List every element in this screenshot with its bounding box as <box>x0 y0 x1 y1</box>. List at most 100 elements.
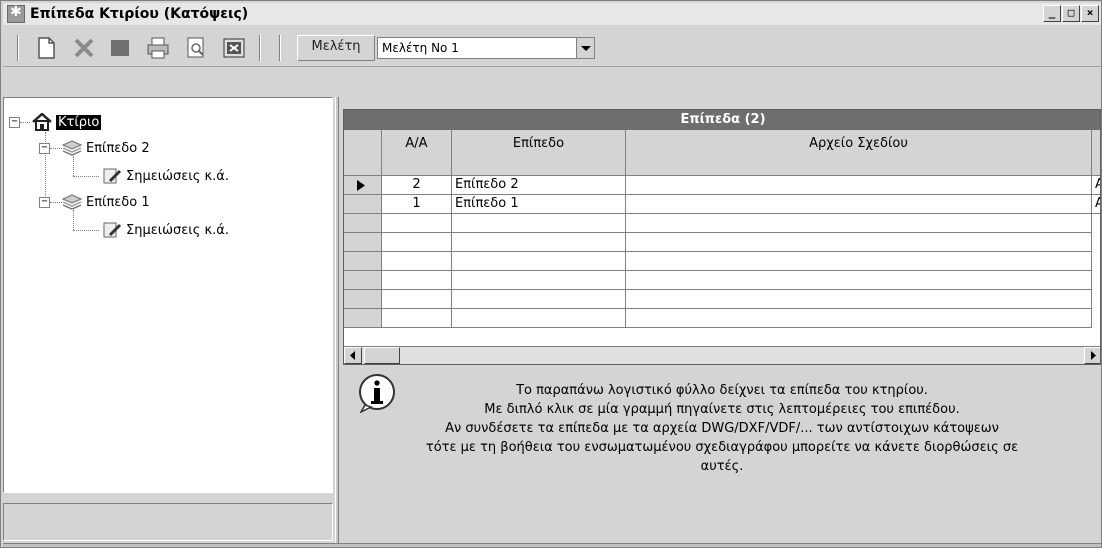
panel-splitter[interactable] <box>335 97 339 543</box>
close-sheet-icon[interactable] <box>223 37 245 59</box>
tree-panel: − Κτίριο − Επίπεδο 2 Σημειώσεις κ.ά. − Ε… <box>3 97 333 493</box>
grid-caption: Επίπεδα (2) <box>344 110 1100 130</box>
table-cell[interactable]: Επίπεδο 2 <box>452 176 626 195</box>
notes-pen-icon <box>103 222 122 238</box>
stop-icon[interactable] <box>109 37 131 59</box>
table-cell[interactable] <box>626 176 1092 195</box>
table-cell[interactable] <box>382 233 452 252</box>
table-cell[interactable] <box>452 252 626 271</box>
tree-node-notes[interactable]: Σημειώσεις κ.ά. <box>102 220 229 240</box>
tree-connector <box>73 210 74 230</box>
tree-node-notes[interactable]: Σημειώσεις κ.ά. <box>102 166 229 186</box>
column-header-level[interactable]: Επίπεδο <box>452 130 626 176</box>
table-cell[interactable] <box>626 195 1092 214</box>
tree-collapse-toggle[interactable]: − <box>39 143 50 154</box>
info-line: Το παραπάνω λογιστικό φύλλο δείχνει τα ε… <box>516 383 928 398</box>
window-controls: _ □ × <box>1043 5 1099 22</box>
row-selector[interactable] <box>344 176 382 195</box>
tree-connector <box>50 202 62 203</box>
title-bar[interactable]: Επίπεδα Κτιρίου (Κατόψεις) _ □ × <box>3 3 1101 25</box>
row-selector[interactable] <box>344 214 382 233</box>
scroll-left-button[interactable] <box>344 347 362 364</box>
grid-corner <box>344 130 382 176</box>
table-cell[interactable]: 1 <box>382 195 452 214</box>
toolbar-grip[interactable] <box>279 35 281 61</box>
new-document-icon[interactable] <box>35 37 57 59</box>
table-cell[interactable]: A <box>1092 176 1100 195</box>
table-cell[interactable] <box>626 309 1092 328</box>
study-label[interactable]: Μελέτη <box>297 35 375 61</box>
table-cell[interactable] <box>452 271 626 290</box>
table-cell[interactable] <box>382 309 452 328</box>
table-cell[interactable] <box>382 271 452 290</box>
table-cell[interactable] <box>452 233 626 252</box>
table-cell[interactable] <box>382 252 452 271</box>
tree-node-level-1[interactable]: Επίπεδο 1 <box>62 192 150 212</box>
info-panel: Το παραπάνω λογιστικό φύλλο δείχνει τα ε… <box>343 367 1101 539</box>
layers-icon <box>62 140 82 156</box>
tree-connector <box>73 176 99 177</box>
row-selector[interactable] <box>344 195 382 214</box>
table-cell[interactable] <box>626 271 1092 290</box>
notes-pen-icon <box>103 168 122 184</box>
tree-collapse-toggle[interactable]: − <box>39 197 50 208</box>
tree-node-label: Επίπεδο 2 <box>86 140 150 156</box>
left-status-bar <box>3 503 333 541</box>
row-selector[interactable] <box>344 290 382 309</box>
status-bar <box>3 543 1101 547</box>
levels-grid: Επίπεδα (2) Α/Α Επίπεδο Αρχείο Σχεδίου 2… <box>343 109 1101 365</box>
info-line: τότε με τη βοήθεια του ενσωματωμένου σχε… <box>425 440 1019 455</box>
tree-node-level-2[interactable]: Επίπεδο 2 <box>62 138 150 158</box>
row-selector[interactable] <box>344 309 382 328</box>
column-header-extra[interactable] <box>1092 130 1100 176</box>
table-cell[interactable] <box>626 214 1092 233</box>
tree-node-building[interactable]: Κτίριο <box>32 112 102 132</box>
table-cell[interactable] <box>452 290 626 309</box>
layers-icon <box>62 194 82 210</box>
app-icon <box>7 4 25 23</box>
tree-node-label: Σημειώσεις κ.ά. <box>126 222 229 238</box>
preview-icon[interactable] <box>185 37 207 59</box>
horizontal-scrollbar[interactable] <box>344 346 1100 364</box>
table-cell[interactable]: A <box>1092 195 1100 214</box>
tree-connector <box>20 122 30 123</box>
row-selector[interactable] <box>344 271 382 290</box>
minimize-button[interactable]: _ <box>1043 5 1061 22</box>
close-button[interactable]: × <box>1081 5 1099 22</box>
tree-node-label: Σημειώσεις κ.ά. <box>126 168 229 184</box>
delete-icon[interactable] <box>73 37 95 59</box>
table-cell[interactable]: 2 <box>382 176 452 195</box>
study-select[interactable]: Μελέτη Νο 1 <box>377 37 595 59</box>
table-cell[interactable] <box>626 290 1092 309</box>
print-icon[interactable] <box>147 37 169 59</box>
scroll-right-button[interactable] <box>1084 347 1100 364</box>
table-cell[interactable] <box>452 309 626 328</box>
toolbar-grip[interactable] <box>17 35 19 61</box>
info-line: Με διπλό κλικ σε μία γραμμή πηγαίνετε στ… <box>484 402 960 417</box>
table-cell[interactable] <box>626 233 1092 252</box>
arrow-left-icon <box>350 351 355 360</box>
column-header-drawing-file[interactable]: Αρχείο Σχεδίου <box>626 130 1092 176</box>
info-line: αυτές. <box>700 459 744 474</box>
toolbar-separator <box>259 35 261 61</box>
maximize-button[interactable]: □ <box>1062 5 1080 22</box>
column-header-aa[interactable]: Α/Α <box>382 130 452 176</box>
study-select-value: Μελέτη Νο 1 <box>382 41 459 55</box>
table-cell[interactable] <box>382 290 452 309</box>
toolbar: Μελέτη Μελέτη Νο 1 <box>3 27 1101 67</box>
tree-connector <box>73 156 74 176</box>
arrow-right-icon <box>1091 351 1096 360</box>
table-cell[interactable] <box>382 214 452 233</box>
tree-collapse-toggle[interactable]: − <box>9 117 20 128</box>
row-selector[interactable] <box>344 252 382 271</box>
scroll-thumb[interactable] <box>364 347 400 364</box>
chevron-down-icon[interactable] <box>576 38 594 58</box>
table-cell[interactable] <box>452 214 626 233</box>
tree-node-label: Επίπεδο 1 <box>86 194 150 210</box>
table-cell[interactable] <box>626 252 1092 271</box>
row-selector[interactable] <box>344 233 382 252</box>
window-title: Επίπεδα Κτιρίου (Κατόψεις) <box>30 6 249 22</box>
table-cell[interactable]: Επίπεδο 1 <box>452 195 626 214</box>
tree-connector <box>50 148 62 149</box>
info-text: Το παραπάνω λογιστικό φύλλο δείχνει τα ε… <box>343 381 1101 476</box>
